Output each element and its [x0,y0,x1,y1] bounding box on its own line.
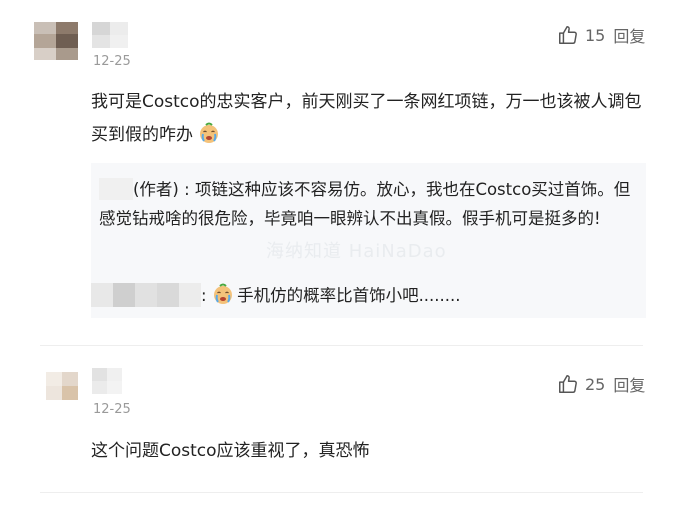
reply-button[interactable]: 回复 [613,23,645,47]
comment-body: 我可是Costco的忠实客户，前天刚买了一条网红项链，万一也该被人调包买到假的咋… [91,86,651,152]
thumbs-up-icon [557,24,579,46]
comment-date: 12-25 [93,54,131,69]
author-tag: : [201,286,212,305]
author-tag: (作者) : [133,180,195,199]
like-count: 25 [585,374,606,394]
reply-author-name[interactable] [91,283,201,307]
avatar[interactable] [46,372,78,400]
comment-date: 12-25 [93,402,131,417]
comment-body: 这个问题Costco应该重视了，真恐怖 [91,435,651,468]
reply-item: (作者) : 项链这种应该不容易仿。放心，我也在Costco买过首饰。但感觉钻戒… [99,175,634,233]
username[interactable] [92,368,122,394]
like-count: 15 [585,25,606,45]
comment-text: 这个问题Costco应该重视了，真恐怖 [91,441,370,461]
replies-box: 海纳知道 HaiNaDao (作者) : 项链这种应该不容易仿。放心，我也在Co… [91,163,646,318]
watermark: 海纳知道 HaiNaDao [266,241,447,262]
reply-author-name[interactable] [99,178,133,200]
divider [40,345,643,346]
avatar[interactable] [34,22,78,60]
divider [40,492,643,493]
reply-text: 手机仿的概率比首饰小吧........ [237,286,461,305]
thumbs-up-icon [557,373,579,395]
comment-text: 我可是Costco的忠实客户，前天刚买了一条网红项链，万一也该被人调包买到假的咋… [91,92,642,145]
crying-face-icon [198,122,219,143]
like-button[interactable]: 25 回复 [557,372,645,396]
username[interactable] [92,22,128,48]
reply-button[interactable]: 回复 [613,372,645,396]
like-button[interactable]: 15 回复 [557,23,645,47]
crying-face-icon [212,283,232,304]
reply-item: : 手机仿的概率比首饰小吧........ [91,281,636,310]
